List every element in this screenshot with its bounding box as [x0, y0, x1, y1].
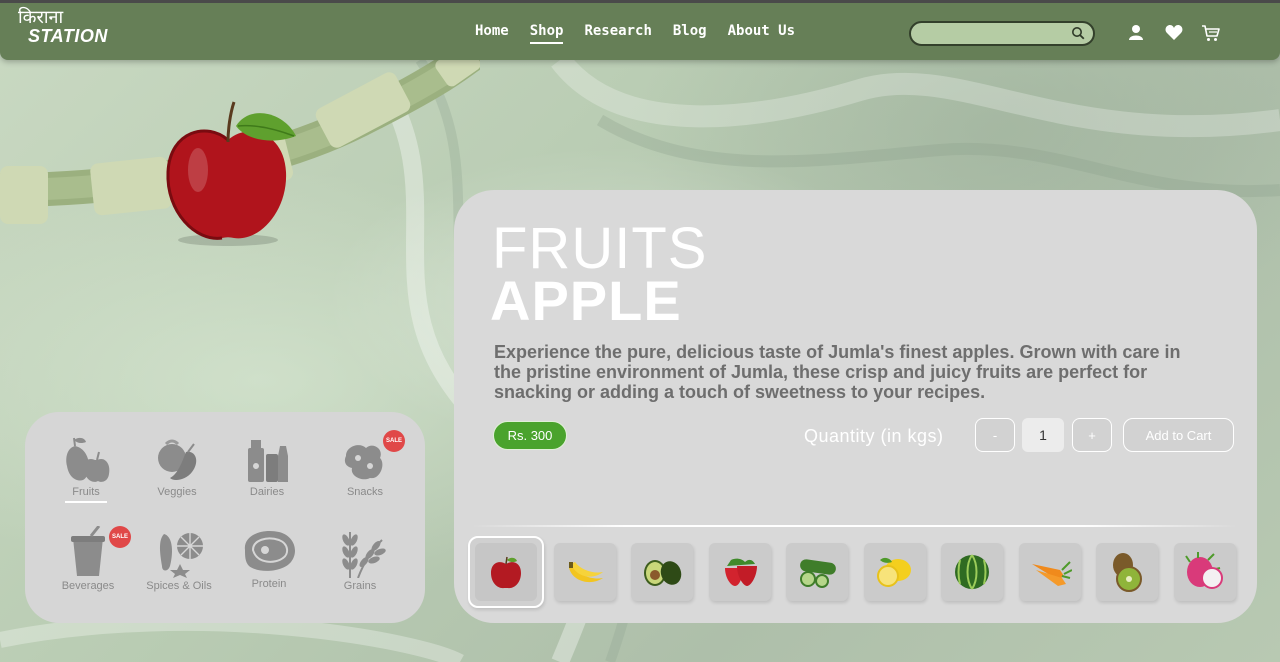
- quantity-increment-button[interactable]: +: [1072, 418, 1112, 452]
- search-bar: [909, 21, 1095, 46]
- category-grains[interactable]: Grains: [320, 526, 400, 592]
- category-protein[interactable]: Protein: [229, 526, 309, 590]
- product-description: Experience the pure, delicious taste of …: [494, 342, 1181, 402]
- kiwi-icon: [1113, 553, 1142, 592]
- spices-icon: [160, 533, 203, 578]
- category-label: Spices & Oils: [146, 580, 212, 592]
- search-input[interactable]: [911, 23, 1061, 44]
- lemon-icon: [877, 557, 911, 587]
- product-card: FRUITS APPLE Experience the pure, delici…: [454, 190, 1257, 623]
- category-panel: Fruits Veggies Dairies Snacks SALE Bever…: [25, 412, 425, 623]
- thumbnail-avocado[interactable]: [631, 543, 693, 601]
- search-icon[interactable]: [1071, 26, 1085, 40]
- cucumber-icon: [800, 559, 836, 588]
- strawberry-icon: [725, 558, 757, 586]
- fruits-icon: [66, 437, 110, 482]
- nav-about-us[interactable]: About Us: [728, 23, 795, 39]
- category-dairies[interactable]: Dairies: [227, 436, 307, 498]
- add-to-cart-button[interactable]: Add to Cart: [1123, 418, 1234, 452]
- category-label: Protein: [251, 578, 287, 590]
- heart-icon[interactable]: [1164, 23, 1184, 43]
- active-category-underline: [65, 501, 107, 503]
- avocado-icon: [644, 560, 682, 586]
- category-veggies[interactable]: Veggies: [137, 436, 217, 498]
- category-label: Snacks: [346, 486, 384, 498]
- thumbnail-lemon[interactable]: [864, 543, 926, 601]
- thumbnail-banana[interactable]: [554, 543, 616, 601]
- category-label: Grains: [343, 580, 377, 592]
- nav-home[interactable]: Home: [475, 23, 509, 39]
- thumbnail-strawberry[interactable]: [709, 543, 771, 601]
- category-label: Veggies: [157, 486, 197, 498]
- thumbnail-apple[interactable]: [468, 536, 544, 608]
- cart-icon[interactable]: [1201, 23, 1221, 43]
- logo-hindi-text: किराना: [18, 7, 64, 28]
- site-logo[interactable]: किराना STATION: [18, 7, 108, 46]
- thumbnail-kiwi[interactable]: [1096, 543, 1158, 601]
- dairies-icon: [248, 440, 288, 482]
- veggies-icon: [158, 439, 197, 480]
- top-navbar: किराना STATION Home Shop Research Blog A…: [0, 0, 1280, 60]
- nav-blog[interactable]: Blog: [673, 23, 707, 39]
- product-name: APPLE: [490, 269, 682, 332]
- category-label: Beverages: [61, 580, 115, 592]
- thumbnail-cucumber[interactable]: [786, 543, 848, 601]
- thumbnail-dragonfruit[interactable]: [1174, 543, 1236, 601]
- carrot-icon: [1032, 561, 1072, 586]
- quantity-label: Quantity (in kgs): [804, 426, 944, 446]
- user-icon[interactable]: [1126, 23, 1146, 43]
- thumbnail-divider: [472, 525, 1237, 527]
- quantity-value[interactable]: 1: [1022, 418, 1064, 452]
- price-badge: Rs. 300: [493, 421, 567, 450]
- watermelon-icon: [955, 554, 989, 590]
- thumbnail-watermelon[interactable]: [941, 543, 1003, 601]
- protein-icon: [244, 530, 295, 571]
- thumbnail-carrot[interactable]: [1019, 543, 1081, 601]
- beverages-icon: [71, 526, 105, 576]
- sale-badge-beverages: SALE: [109, 526, 131, 548]
- category-label: Fruits: [72, 486, 100, 498]
- quantity-decrement-button[interactable]: -: [975, 418, 1015, 452]
- category-label: Dairies: [249, 486, 285, 498]
- category-spices-oils[interactable]: Spices & Oils: [139, 526, 219, 592]
- main-nav: Home Shop Research Blog About Us: [475, 23, 795, 44]
- nav-research[interactable]: Research: [584, 23, 651, 39]
- grains-icon: [342, 532, 386, 578]
- apple-hero-image: [166, 101, 296, 246]
- apple-icon: [491, 556, 521, 589]
- sale-badge-snacks: SALE: [383, 430, 405, 452]
- category-fruits[interactable]: Fruits: [46, 436, 126, 503]
- banana-icon: [569, 562, 603, 583]
- dragonfruit-icon: [1185, 552, 1223, 589]
- logo-station-text: STATION: [28, 26, 108, 46]
- nav-shop[interactable]: Shop: [529, 23, 563, 44]
